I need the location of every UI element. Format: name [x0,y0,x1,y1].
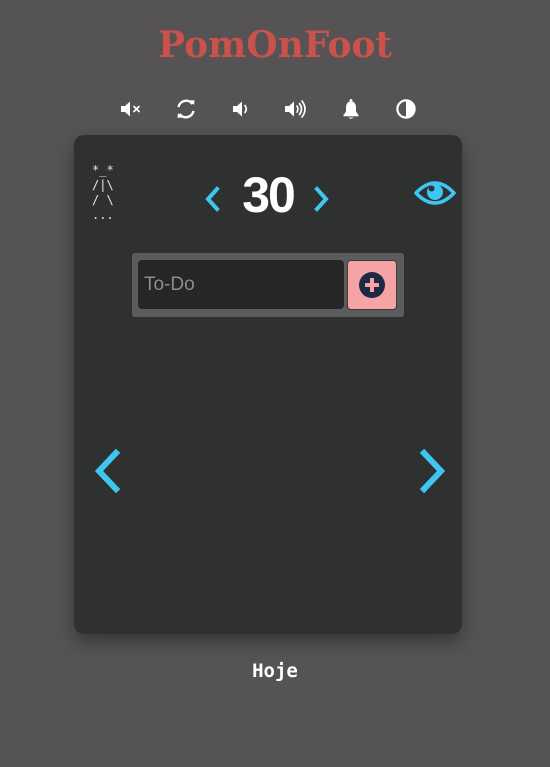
app-title: PomOnFoot [158,24,392,66]
mute-button[interactable] [116,94,146,124]
plus-circle-icon [359,272,385,298]
todo-input[interactable] [138,260,344,309]
eye-icon[interactable] [414,178,456,208]
theme-toggle-button[interactable] [391,94,421,124]
notification-button[interactable] [336,94,366,124]
previous-button[interactable] [90,448,122,494]
toolbar [116,94,426,124]
volume-low-icon [233,101,248,117]
timer-control: 30 [202,165,334,225]
volume-high-icon [285,100,306,118]
refresh-icon [177,99,195,119]
contrast-icon [396,99,416,119]
app-root: PomOnFoot *_* /|\ / \ ... 30 To-Do Hoje [0,0,550,767]
bell-icon [343,99,359,119]
day-label: Hoje [252,660,298,682]
todo-form [132,253,404,317]
timer-card: *_* /|\ / \ ... 30 [74,135,462,634]
increase-time-button[interactable] [312,185,332,213]
next-button[interactable] [418,448,450,494]
stick-figure: *_* /|\ / \ ... [92,163,114,222]
reset-button[interactable] [171,94,201,124]
volume-down-button[interactable] [226,94,256,124]
add-todo-button[interactable] [347,260,397,310]
volume-mute-icon [121,101,140,117]
volume-up-button[interactable] [281,94,311,124]
